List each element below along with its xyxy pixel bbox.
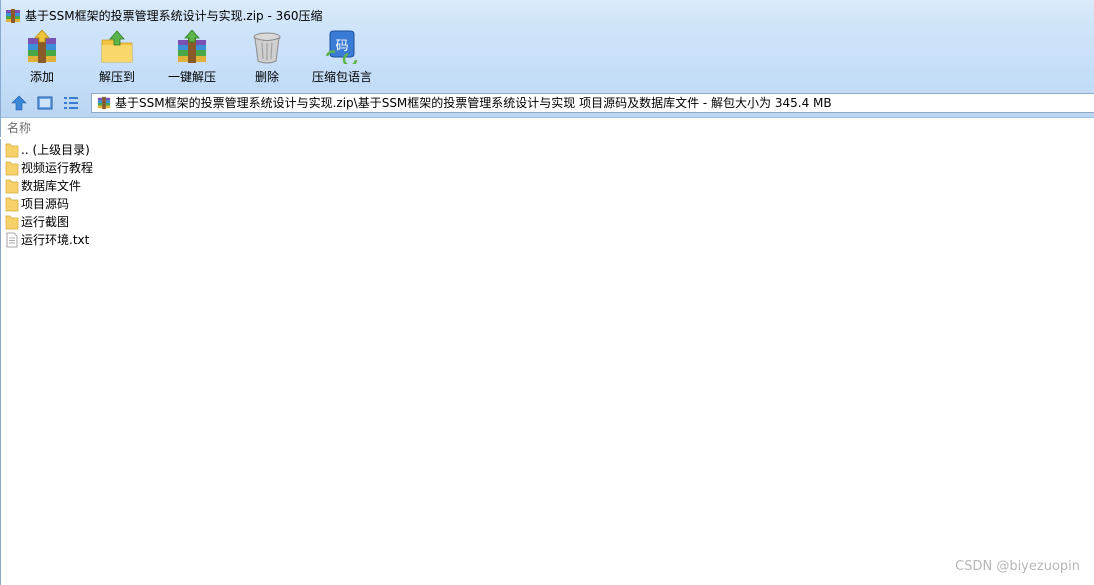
folder-icon <box>5 143 19 158</box>
list-item[interactable]: 视频运行教程 <box>1 159 301 177</box>
up-arrow-icon[interactable] <box>11 95 27 111</box>
folder-icon <box>5 215 19 230</box>
add-archive-icon <box>28 30 56 63</box>
add-label: 添加 <box>29 70 54 84</box>
language-code-icon: 码 <box>325 30 358 64</box>
item-name: 项目源码 <box>21 197 70 211</box>
text-file-icon <box>6 232 18 248</box>
list-item[interactable]: .. (上级目录) <box>1 141 301 159</box>
extract-to-label: 解压到 <box>98 70 135 84</box>
list-item[interactable]: 运行环境.txt <box>1 231 301 249</box>
list-item[interactable]: 项目源码 <box>1 195 301 213</box>
one-click-extract-icon <box>178 30 206 63</box>
one-click-extract-button[interactable]: 一键解压 <box>165 30 219 88</box>
add-button[interactable]: 添加 <box>21 30 63 88</box>
list-view-icon[interactable] <box>63 95 79 111</box>
path-text: 基于SSM框架的投票管理系统设计与实现.zip\基于SSM框架的投票管理系统设计… <box>115 96 832 110</box>
delete-button[interactable]: 删除 <box>247 30 287 88</box>
archive-language-button[interactable]: 码 压缩包语言 <box>309 30 375 88</box>
toolbar: 添加 解压到 一键解压 删除 码 压缩包语言 <box>0 30 1094 88</box>
folder-icon <box>5 161 19 176</box>
title-bar: 基于SSM框架的投票管理系统设计与实现.zip - 360压缩 <box>0 0 1094 30</box>
zip-archive-icon <box>97 96 111 110</box>
one-click-extract-label: 一键解压 <box>167 70 216 84</box>
file-list: .. (上级目录) 视频运行教程 数据库文件 项目源码 运行截图 运行环境.tx… <box>0 139 1094 585</box>
folder-icon <box>5 197 19 212</box>
item-name: 数据库文件 <box>21 179 82 193</box>
path-field[interactable]: 基于SSM框架的投票管理系统设计与实现.zip\基于SSM框架的投票管理系统设计… <box>91 93 1094 113</box>
list-item[interactable]: 数据库文件 <box>1 177 301 195</box>
list-item[interactable]: 运行截图 <box>1 213 301 231</box>
item-name: 视频运行教程 <box>21 161 94 175</box>
item-name: 运行环境.txt <box>21 233 90 247</box>
window-title: 基于SSM框架的投票管理系统设计与实现.zip - 360压缩 <box>25 9 323 23</box>
folder-icon <box>5 179 19 194</box>
item-name: .. (上级目录) <box>21 143 90 157</box>
watermark: CSDN @biyezuopin <box>955 559 1080 574</box>
extract-folder-icon <box>101 30 133 63</box>
list-header: 名称 <box>0 118 1094 137</box>
large-icon-view-icon[interactable] <box>37 95 53 111</box>
extract-to-button[interactable]: 解压到 <box>95 30 139 88</box>
item-name: 运行截图 <box>21 215 70 229</box>
delete-label: 删除 <box>254 70 279 84</box>
column-header-name[interactable]: 名称 <box>7 121 31 135</box>
address-bar: 基于SSM框架的投票管理系统设计与实现.zip\基于SSM框架的投票管理系统设计… <box>0 88 1094 118</box>
svg-text:码: 码 <box>335 39 348 54</box>
language-label: 压缩包语言 <box>311 70 372 84</box>
trash-can-icon <box>253 32 281 64</box>
zip-archive-icon <box>6 9 20 23</box>
